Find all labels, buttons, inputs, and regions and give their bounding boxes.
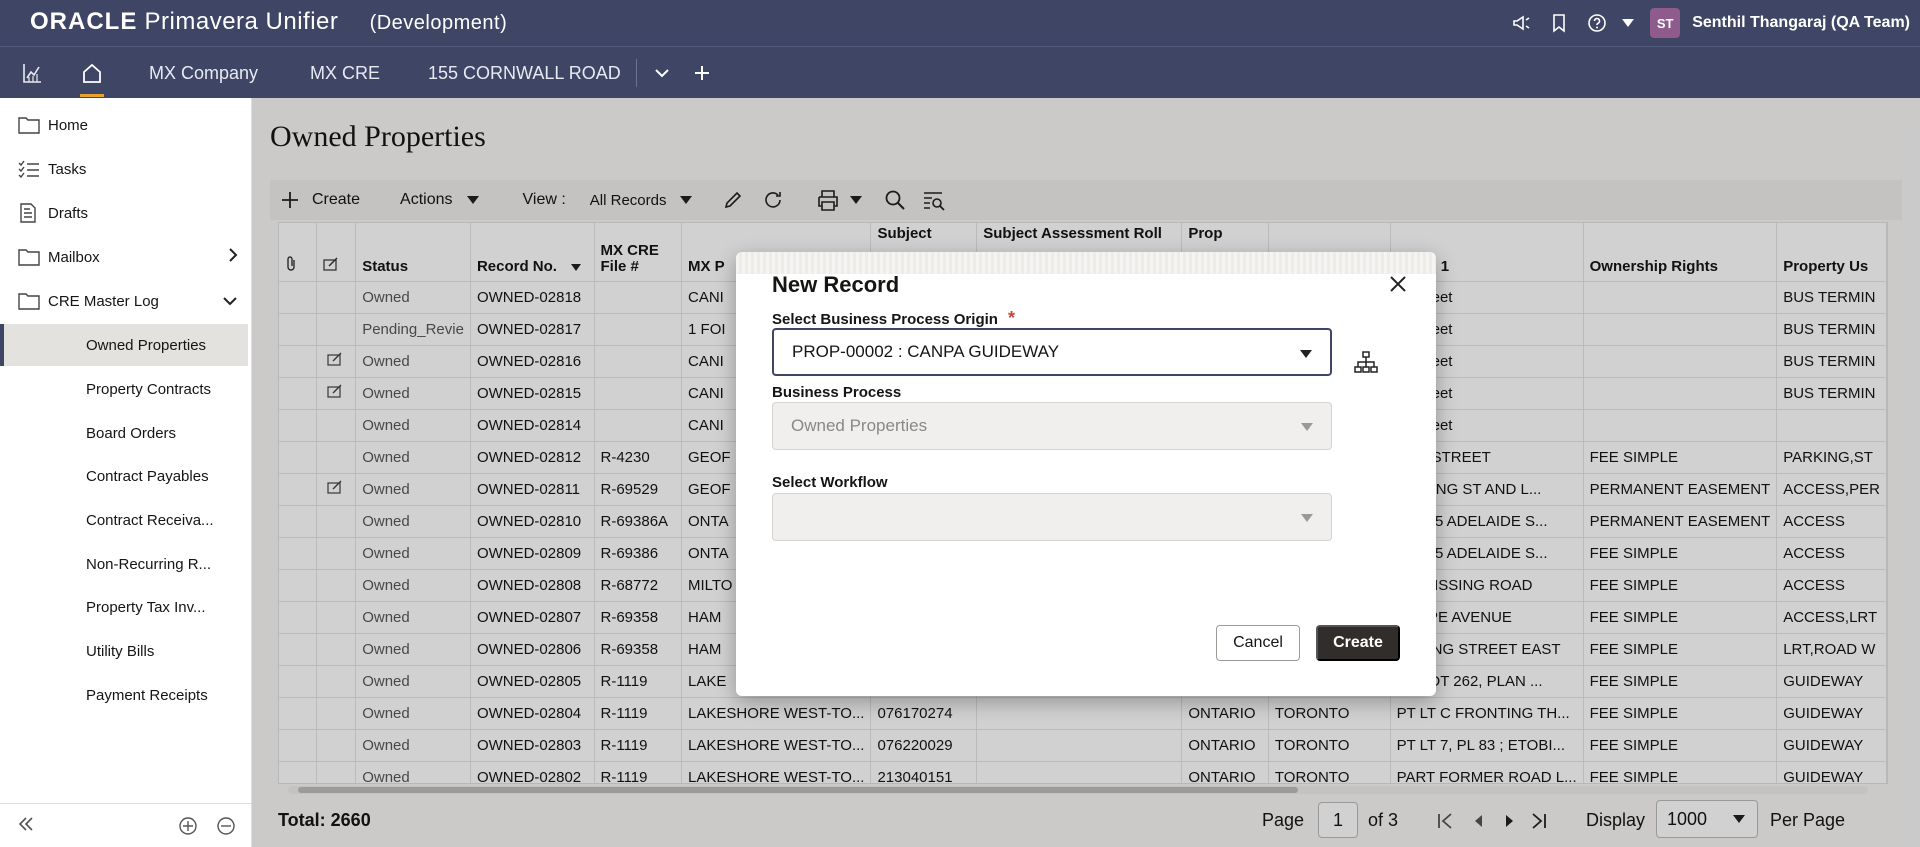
user-avatar[interactable]: ST <box>1650 8 1681 38</box>
nav-cre-master-log-label: CRE Master Log <box>48 292 159 310</box>
caret-down-icon <box>1301 423 1313 431</box>
chevron-down-icon[interactable] <box>222 293 238 310</box>
business-process-label: Business Process <box>772 384 902 401</box>
tab-mx-cre[interactable]: MX CRE <box>310 47 380 99</box>
brand-product: Primavera Unifier <box>144 8 339 35</box>
nav-contract-payables[interactable]: Contract Payables <box>0 455 248 497</box>
caret-down-icon <box>1300 350 1312 358</box>
caret-down-icon <box>1301 514 1313 522</box>
nav-home-label: Home <box>48 116 89 134</box>
close-icon[interactable] <box>1384 270 1412 298</box>
user-name[interactable]: Senthil Thangaraj (QA Team) <box>1692 14 1910 32</box>
sidebar-footer <box>0 803 252 847</box>
help-menu-chevron-icon[interactable] <box>1616 0 1640 46</box>
document-icon <box>18 203 48 223</box>
business-process-select: Owned Properties <box>772 402 1332 450</box>
dialog-title: New Record <box>772 272 900 297</box>
top-bar: ORACLE Primavera Unifier (Development) S… <box>0 0 1920 46</box>
workflow-select[interactable] <box>772 493 1332 541</box>
folder-icon <box>18 116 48 134</box>
collapse-sidebar-icon[interactable] <box>18 816 34 837</box>
business-process-origin-select[interactable]: PROP-00002 : CANPA GUIDEWAY <box>772 328 1332 376</box>
nav-utility-bills[interactable]: Utility Bills <box>0 630 248 672</box>
nav-cre-master-log[interactable]: CRE Master Log <box>0 280 248 322</box>
create-record-button[interactable]: Create <box>1316 625 1400 661</box>
origin-select-value: PROP-00002 : CANPA GUIDEWAY <box>792 342 1060 361</box>
cancel-button[interactable]: Cancel <box>1216 625 1300 661</box>
folder-icon <box>18 248 48 266</box>
environment-label: (Development) <box>369 12 508 34</box>
tab-bar: MX Company MX CRE 155 CORNWALL ROAD <box>0 46 1920 98</box>
add-tab-icon[interactable] <box>672 47 732 99</box>
chevron-right-icon[interactable] <box>228 247 238 267</box>
analytics-icon[interactable] <box>2 47 62 99</box>
nav-contract-receivables[interactable]: Contract Receiva... <box>0 499 248 541</box>
required-marker: * <box>1007 308 1015 328</box>
nav-drafts-label: Drafts <box>48 204 89 222</box>
folder-icon <box>18 292 48 310</box>
hierarchy-icon[interactable] <box>1354 350 1378 379</box>
new-record-dialog: New Record Select Business Process Origi… <box>736 252 1436 696</box>
nav-non-recurring[interactable]: Non-Recurring R... <box>0 543 248 585</box>
nav-drafts[interactable]: Drafts <box>0 192 248 234</box>
nav-tasks-label: Tasks <box>48 160 87 178</box>
left-navigation: Home Tasks Drafts Mailbox CRE Master Log… <box>0 98 252 847</box>
tab-mx-company[interactable]: MX Company <box>149 47 258 99</box>
origin-label-text: Select Business Process Origin <box>772 311 998 328</box>
nav-property-contracts[interactable]: Property Contracts <box>0 368 248 410</box>
nav-mailbox[interactable]: Mailbox <box>0 236 248 278</box>
dialog-header-texture <box>736 252 1436 274</box>
nav-mailbox-label: Mailbox <box>48 248 100 266</box>
origin-label: Select Business Process Origin * <box>772 308 1015 329</box>
bookmark-icon[interactable] <box>1540 0 1578 46</box>
announcement-icon[interactable] <box>1502 0 1540 46</box>
nav-home[interactable]: Home <box>0 104 248 146</box>
brand-oracle: ORACLE <box>30 8 138 35</box>
nav-payment-receipts[interactable]: Payment Receipts <box>0 674 248 716</box>
home-tab-icon[interactable] <box>62 47 122 99</box>
app-brand[interactable]: ORACLE Primavera Unifier (Development) <box>30 8 507 36</box>
checklist-icon <box>18 160 48 178</box>
nav-owned-properties[interactable]: Owned Properties <box>0 324 248 366</box>
help-icon[interactable] <box>1578 0 1616 46</box>
tab-cornwall-road[interactable]: 155 CORNWALL ROAD <box>428 47 621 99</box>
collapse-all-icon[interactable] <box>216 816 236 841</box>
nav-tasks[interactable]: Tasks <box>0 148 248 190</box>
nav-board-orders[interactable]: Board Orders <box>0 412 248 454</box>
workflow-label: Select Workflow <box>772 474 888 491</box>
nav-property-tax[interactable]: Property Tax Inv... <box>0 586 248 628</box>
expand-all-icon[interactable] <box>178 816 198 841</box>
business-process-value: Owned Properties <box>791 416 928 435</box>
